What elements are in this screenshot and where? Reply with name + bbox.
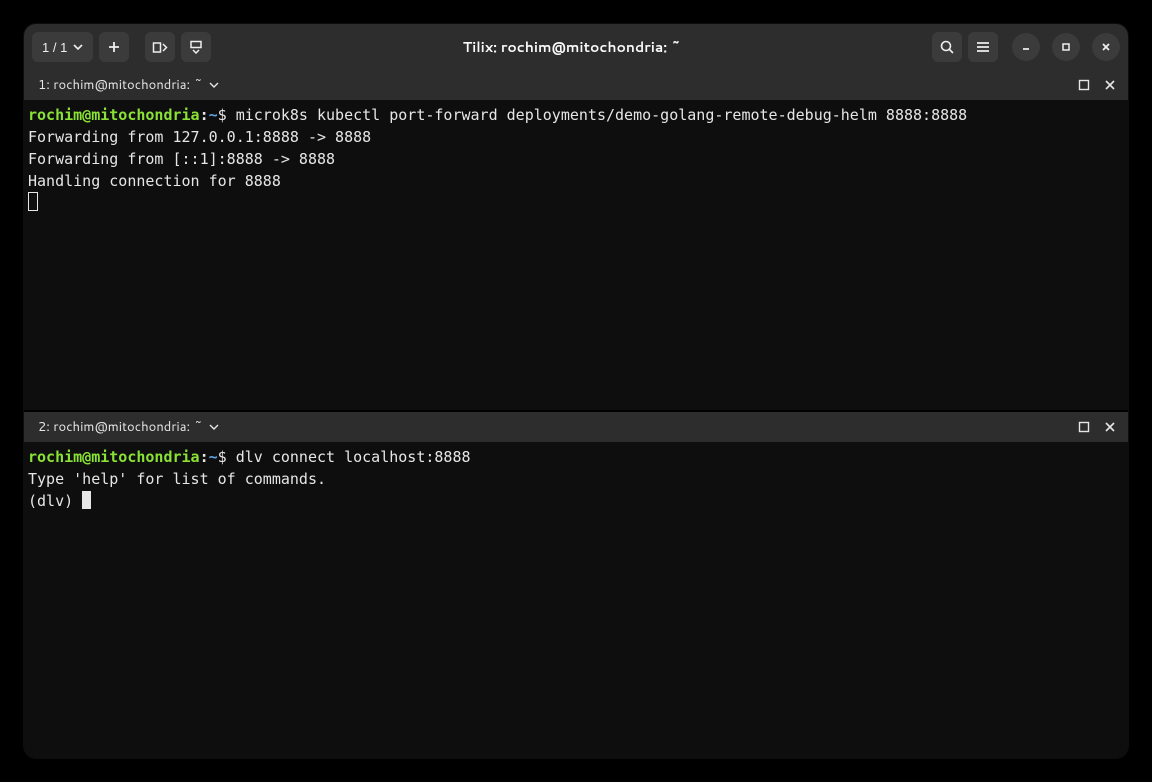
chevron-down-icon xyxy=(73,44,83,50)
split-right-icon xyxy=(152,40,168,54)
command-text: microk8s kubectl port-forward deployment… xyxy=(236,106,968,124)
close-button[interactable] xyxy=(1092,33,1120,61)
session-selector-label: 1 / 1 xyxy=(42,40,67,55)
window-title: Tilix: rochim@mitochondria: ~ xyxy=(217,37,926,57)
titlebar: 1 / 1 Tilix: rochim@mitochondria: ~ xyxy=(24,24,1128,70)
output-line: Forwarding from 127.0.0.1:8888 -> 8888 xyxy=(28,128,371,146)
split-down-button[interactable] xyxy=(181,32,211,62)
window-controls xyxy=(1012,33,1120,61)
pane-2-title-label: 2: rochim@mitochondria: ~ xyxy=(38,418,203,436)
split-down-icon xyxy=(188,40,204,54)
prompt-symbol: $ xyxy=(218,106,227,124)
prompt-path: ~ xyxy=(209,106,218,124)
pane-1-title-label: 1: rochim@mitochondria: ~ xyxy=(38,76,203,94)
search-button[interactable] xyxy=(932,32,962,62)
pane-1-close-button[interactable] xyxy=(1104,79,1116,91)
terminal-1-content[interactable]: rochim@mitochondria:~$ microk8s kubectl … xyxy=(24,100,1128,410)
maximize-icon xyxy=(1060,41,1072,53)
cursor-inactive xyxy=(28,192,38,211)
menu-button[interactable] xyxy=(968,32,998,62)
pane-1-maximize-button[interactable] xyxy=(1078,79,1090,91)
chevron-down-icon[interactable] xyxy=(209,424,219,430)
minimize-icon xyxy=(1020,41,1032,53)
cursor-active xyxy=(82,491,91,509)
search-icon xyxy=(939,39,955,55)
split-right-button[interactable] xyxy=(145,32,175,62)
repl-prompt: (dlv) xyxy=(28,492,82,510)
close-icon xyxy=(1100,41,1112,53)
pane-2-close-button[interactable] xyxy=(1104,421,1116,433)
chevron-down-icon[interactable] xyxy=(209,82,219,88)
maximize-button[interactable] xyxy=(1052,33,1080,61)
minimize-button[interactable] xyxy=(1012,33,1040,61)
prompt-user-host: rochim@mitochondria xyxy=(28,106,200,124)
pane-2-maximize-button[interactable] xyxy=(1078,421,1090,433)
output-line: Handling connection for 8888 xyxy=(28,172,281,190)
app-window: 1 / 1 Tilix: rochim@mitochondria: ~ xyxy=(24,24,1128,758)
prompt-user-host: rochim@mitochondria xyxy=(28,448,200,466)
close-icon xyxy=(1104,79,1116,91)
add-terminal-button[interactable] xyxy=(99,32,129,62)
plus-icon xyxy=(107,40,121,54)
maximize-icon xyxy=(1078,421,1090,433)
close-icon xyxy=(1104,421,1116,433)
prompt-path: ~ xyxy=(209,448,218,466)
maximize-icon xyxy=(1078,79,1090,91)
pane-2-titlebar: 2: rochim@mitochondria: ~ xyxy=(24,412,1128,442)
output-line: Type 'help' for list of commands. xyxy=(28,470,326,488)
command-text: dlv connect localhost:8888 xyxy=(236,448,471,466)
terminal-pane-2: 2: rochim@mitochondria: ~ rochim@mitocho… xyxy=(24,412,1128,758)
terminal-2-content[interactable]: rochim@mitochondria:~$ dlv connect local… xyxy=(24,442,1128,758)
terminal-pane-1: 1: rochim@mitochondria: ~ rochim@mitocho… xyxy=(24,70,1128,410)
pane-1-titlebar: 1: rochim@mitochondria: ~ xyxy=(24,70,1128,100)
output-line: Forwarding from [::1]:8888 -> 8888 xyxy=(28,150,335,168)
session-selector-button[interactable]: 1 / 1 xyxy=(32,32,93,62)
prompt-symbol: $ xyxy=(218,448,227,466)
hamburger-icon xyxy=(975,40,991,54)
